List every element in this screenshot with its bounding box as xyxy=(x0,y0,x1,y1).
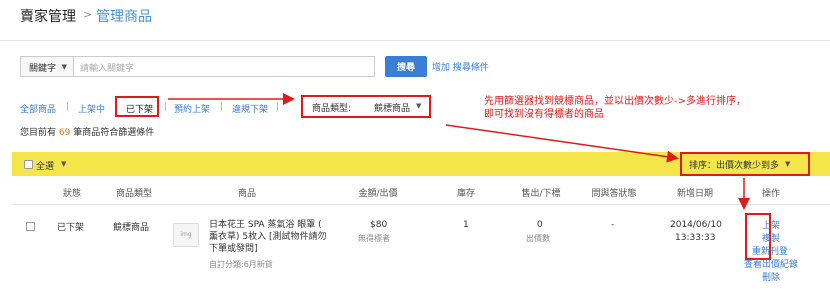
annotation-arrows xyxy=(168,93,750,210)
arrow-to-sort xyxy=(445,124,679,163)
